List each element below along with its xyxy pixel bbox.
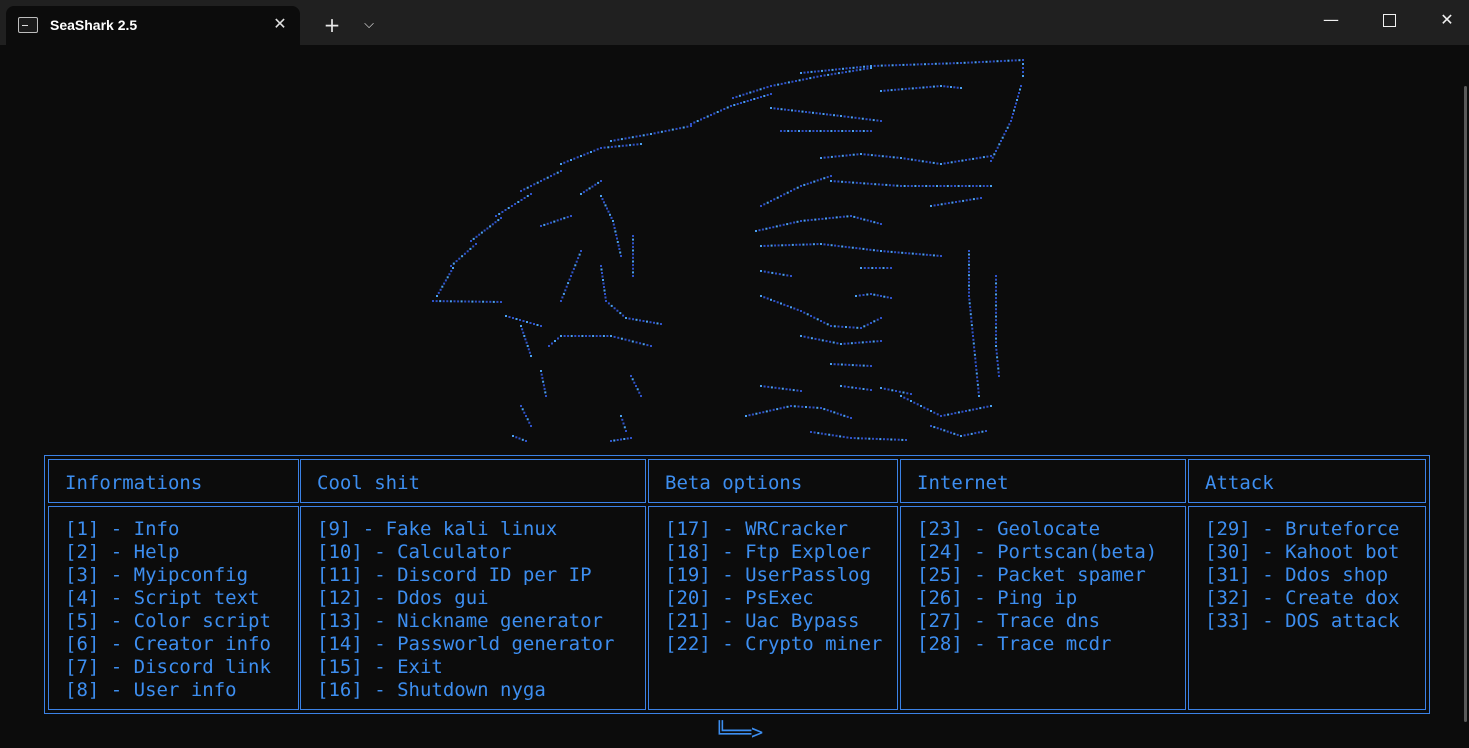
menu-item: [20] - PsExec xyxy=(665,587,814,609)
menu-item: [9] - Fake kali linux xyxy=(317,518,558,540)
close-tab-icon[interactable]: ✕ xyxy=(268,12,292,36)
menu-item: [13] - Nickname generator xyxy=(317,610,603,632)
menu-item: [7] - Discord link xyxy=(65,656,271,678)
column-body: [23] - Geolocate [24] - Portscan(beta) [… xyxy=(900,506,1186,710)
column-header: Internet xyxy=(900,459,1186,503)
menu-item: [31] - Ddos shop xyxy=(1205,564,1389,586)
menu-item: [33] - DOS attack xyxy=(1205,610,1400,632)
menu-column-informations: Informations [1] - Info [2] - Help [3] -… xyxy=(48,459,299,710)
menu-item: [4] - Script text xyxy=(65,587,260,609)
maximize-icon xyxy=(1382,14,1396,27)
column-body: [29] - Bruteforce [30] - Kahoot bot [31]… xyxy=(1188,506,1426,710)
menu-item: [18] - Ftp Exploer xyxy=(665,541,871,563)
chevron-down-icon[interactable]: ⌵ xyxy=(352,8,386,42)
minimize-button[interactable]: — xyxy=(1302,0,1360,40)
menu-table: Informations [1] - Info [2] - Help [3] -… xyxy=(44,455,1430,714)
menu-item: [8] - User info xyxy=(65,679,237,701)
menu-item: [6] - Creator info xyxy=(65,633,271,655)
menu-item: [19] - UserPasslog xyxy=(665,564,871,586)
menu-column-internet: Internet [23] - Geolocate [24] - Portsca… xyxy=(900,459,1186,710)
column-header: Attack xyxy=(1188,459,1426,503)
column-header-label: Internet xyxy=(917,472,1009,494)
menu-item: [10] - Calculator xyxy=(317,541,512,563)
menu-column-beta-options: Beta options [17] - WRCracker [18] - Ftp… xyxy=(648,459,898,710)
menu-item: [5] - Color script xyxy=(65,610,271,632)
menu-item: [14] - Passworld generator xyxy=(317,633,615,655)
menu-item: [12] - Ddos gui xyxy=(317,587,489,609)
terminal-tab[interactable]: SeaShark 2.5 ✕ xyxy=(6,6,300,45)
column-body: [9] - Fake kali linux [10] - Calculator … xyxy=(300,506,646,710)
menu-item: [32] - Create dox xyxy=(1205,587,1400,609)
menu-column-cool-shit: Cool shit [9] - Fake kali linux [10] - C… xyxy=(300,459,646,710)
menu-item: [16] - Shutdown nyga xyxy=(317,679,546,701)
column-header-label: Cool shit xyxy=(317,472,420,494)
menu-item: [22] - Crypto miner xyxy=(665,633,883,655)
terminal-icon xyxy=(18,17,38,33)
column-header: Beta options xyxy=(648,459,898,503)
menu-item: [17] - WRCracker xyxy=(665,518,849,540)
column-body: [17] - WRCracker [18] - Ftp Exploer [19]… xyxy=(648,506,898,710)
column-header-label: Informations xyxy=(65,472,203,494)
menu-item: [25] - Packet spamer xyxy=(917,564,1146,586)
prompt-arrow: ╚══> xyxy=(715,720,764,744)
menu-item: [21] - Uac Bypass xyxy=(665,610,860,632)
maximize-button[interactable] xyxy=(1360,0,1418,40)
menu-item: [15] - Exit xyxy=(317,656,443,678)
menu-item: [1] - Info xyxy=(65,518,180,540)
new-tab-button[interactable]: + xyxy=(315,8,349,42)
menu-item: [26] - Ping ip xyxy=(917,587,1078,609)
menu-item: [28] - Trace mcdr xyxy=(917,633,1112,655)
menu-column-attack: Attack [29] - Bruteforce [30] - Kahoot b… xyxy=(1188,459,1426,710)
column-header-label: Beta options xyxy=(665,472,803,494)
column-header: Informations xyxy=(48,459,299,503)
menu-item: [3] - Myipconfig xyxy=(65,564,249,586)
menu-item: [30] - Kahoot bot xyxy=(1205,541,1400,563)
menu-item: [24] - Portscan(beta) xyxy=(917,541,1158,563)
tab-title: SeaShark 2.5 xyxy=(50,17,138,33)
menu-item: [27] - Trace dns xyxy=(917,610,1101,632)
column-header: Cool shit xyxy=(300,459,646,503)
title-bar: SeaShark 2.5 ✕ + ⌵ — ✕ xyxy=(0,0,1469,45)
menu-item: [29] - Bruteforce xyxy=(1205,518,1400,540)
column-body: [1] - Info [2] - Help [3] - Myipconfig [… xyxy=(48,506,299,710)
column-header-label: Attack xyxy=(1205,472,1274,494)
menu-item: [11] - Discord ID per IP xyxy=(317,564,592,586)
menu-item: [23] - Geolocate xyxy=(917,518,1101,540)
menu-item: [2] - Help xyxy=(65,541,180,563)
shark-ascii-art xyxy=(432,59,1024,442)
close-window-button[interactable]: ✕ xyxy=(1418,0,1469,40)
